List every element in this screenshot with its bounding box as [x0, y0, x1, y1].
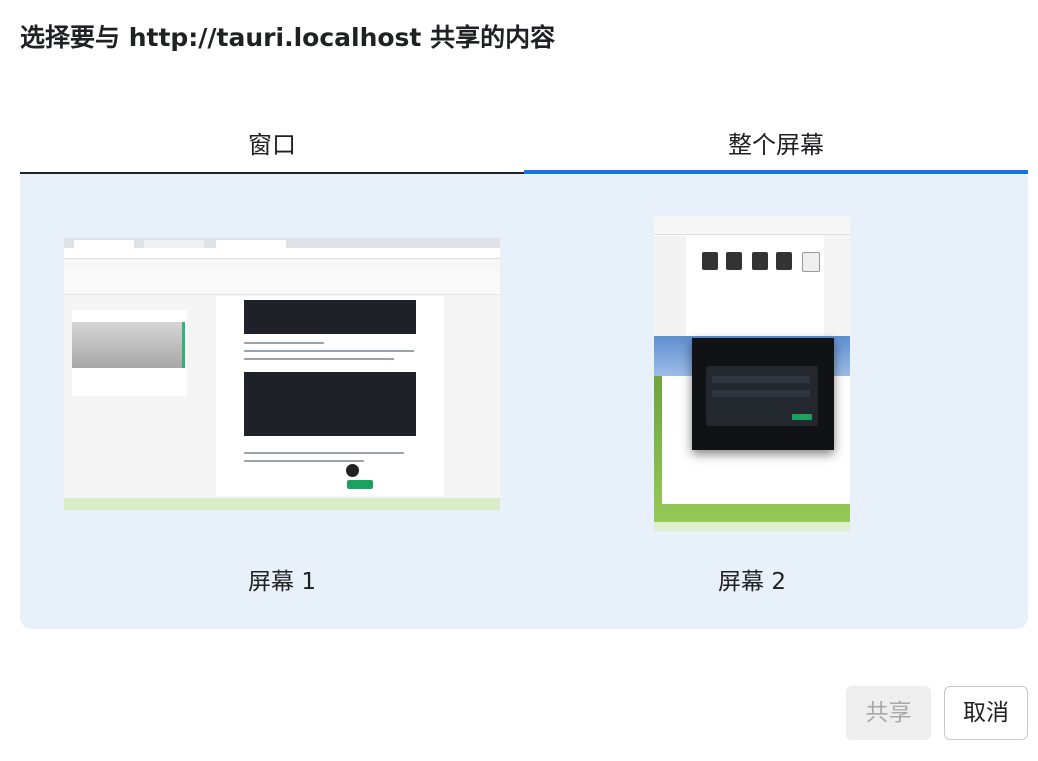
screen-1-thumbnail: [64, 238, 500, 510]
screen-2-thumbnail: [654, 216, 850, 531]
screen-2-label: 屏幕 2: [718, 569, 786, 595]
screen-1-label: 屏幕 1: [248, 569, 316, 595]
tab-entire-screen[interactable]: 整个屏幕: [524, 118, 1028, 174]
screen-share-picker-dialog: 选择要与 http://tauri.localhost 共享的内容 窗口 整个屏…: [0, 0, 1038, 761]
tab-window[interactable]: 窗口: [20, 118, 524, 174]
source-screen-1[interactable]: 屏幕 1: [64, 238, 500, 598]
source-list-panel: 屏幕 1 屏幕 2: [20, 174, 1028, 629]
source-screen-2[interactable]: 屏幕 2: [654, 216, 850, 598]
dialog-title: 选择要与 http://tauri.localhost 共享的内容: [20, 23, 556, 52]
share-button[interactable]: 共享: [846, 686, 931, 740]
cancel-button[interactable]: 取消: [944, 686, 1028, 740]
source-type-tabs: 窗口 整个屏幕: [20, 118, 1028, 174]
